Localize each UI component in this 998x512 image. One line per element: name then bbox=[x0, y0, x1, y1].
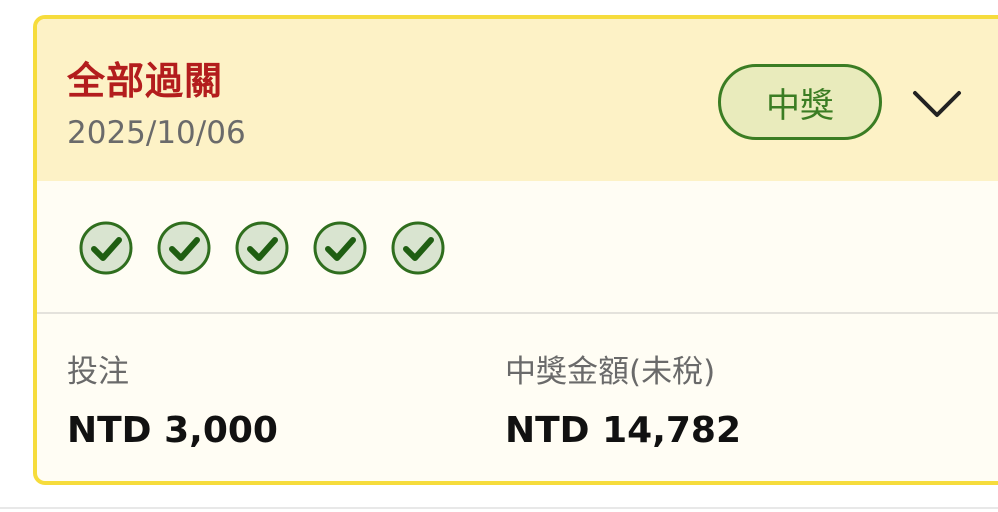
stake-label: 投注 bbox=[67, 354, 129, 390]
leg-status-list bbox=[77, 219, 467, 277]
status-badge: 中獎 bbox=[718, 64, 882, 140]
payout-value: NTD 14,782 bbox=[505, 410, 742, 451]
check-circle-icon bbox=[157, 221, 211, 275]
check-circle-icon bbox=[313, 221, 367, 275]
divider bbox=[0, 507, 998, 509]
bet-card-header[interactable]: 全部過關 2025/10/06 中獎 bbox=[37, 19, 998, 181]
bet-date: 2025/10/06 bbox=[67, 115, 246, 151]
bet-type-title: 全部過關 bbox=[67, 59, 224, 103]
bet-card: 全部過關 2025/10/06 中獎 投注 NTD 3,000 中獎金額(未稅)… bbox=[33, 15, 998, 485]
check-circle-icon bbox=[79, 221, 133, 275]
chevron-down-icon[interactable] bbox=[909, 85, 965, 121]
stake-value: NTD 3,000 bbox=[67, 410, 278, 451]
divider bbox=[37, 312, 998, 314]
payout-label: 中獎金額(未稅) bbox=[505, 354, 716, 390]
check-circle-icon bbox=[235, 221, 289, 275]
check-circle-icon bbox=[391, 221, 445, 275]
